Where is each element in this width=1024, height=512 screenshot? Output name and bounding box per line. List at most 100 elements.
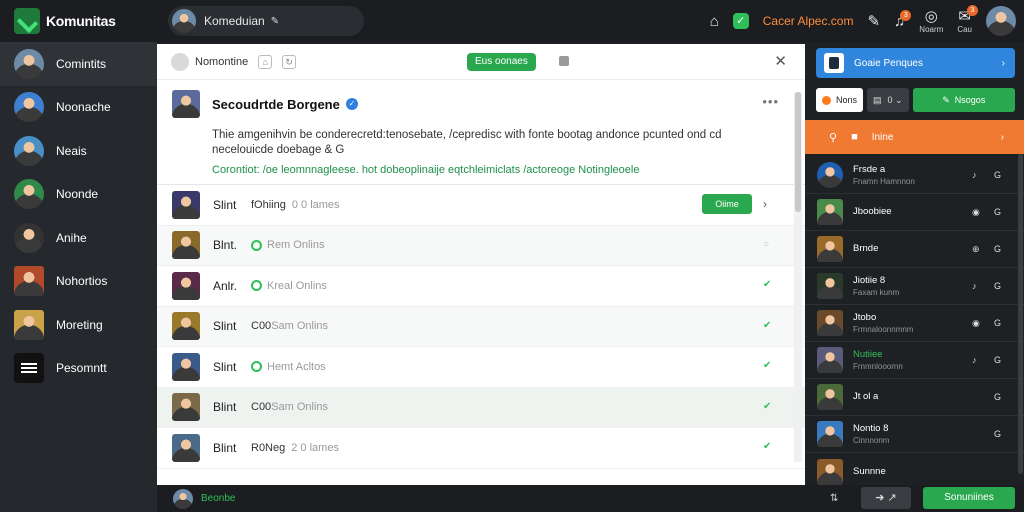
friend-name: Jtobo bbox=[853, 312, 877, 323]
check-icon[interactable]: ✔ bbox=[763, 279, 771, 290]
list-item[interactable]: Nontio 8 Cinnnonm G bbox=[805, 416, 1024, 453]
bottom-user-name[interactable]: Beonbe bbox=[201, 493, 235, 504]
friend-action-icon[interactable]: ♪ bbox=[972, 355, 977, 365]
sort-icon[interactable]: ⇅ bbox=[830, 493, 838, 504]
list-item[interactable]: Jtobo Frmnaloonnmnm ◉ G bbox=[805, 305, 1024, 342]
row-status: C00 Sam Onlins bbox=[251, 320, 328, 332]
table-row[interactable]: Blnt. Rem Onlins ○ bbox=[157, 225, 805, 266]
table-row[interactable]: Slint Hemt Acltos ✔ bbox=[157, 347, 805, 388]
search-input[interactable]: Komeduian bbox=[204, 14, 265, 28]
friend-game-icon[interactable]: G bbox=[994, 429, 1001, 439]
search-bar[interactable]: Komeduian ✎ bbox=[168, 6, 364, 36]
user-avatar[interactable] bbox=[986, 6, 1016, 36]
bottom-avatar[interactable] bbox=[173, 488, 193, 509]
row-status-text: 2 0 lames bbox=[291, 441, 339, 454]
list-item[interactable]: Frsde a Fnamn Hamnnon ♪ G bbox=[805, 157, 1024, 194]
messages-button[interactable]: ✎ Nsogos bbox=[912, 88, 1015, 112]
top-bar: Komunitas Komeduian ✎ ⌂ ✓ Cacer Alpec.co… bbox=[0, 0, 1024, 42]
check-icon[interactable]: ✔ bbox=[763, 320, 771, 331]
share-button[interactable]: ➜ ↗ bbox=[861, 487, 911, 509]
logo[interactable]: Komunitas bbox=[0, 8, 160, 34]
friend-action-icon[interactable]: ♪ bbox=[972, 281, 977, 291]
home-icon[interactable]: ⌂ bbox=[710, 14, 719, 29]
wrench-icon[interactable]: ✎ bbox=[867, 14, 880, 29]
friend-game-icon[interactable]: G bbox=[994, 281, 1001, 291]
bell-icon[interactable]: ♫ 3 bbox=[894, 9, 912, 29]
sidebar-item-label: Moreting bbox=[56, 317, 103, 332]
list-item[interactable]: Sunnne bbox=[805, 453, 1024, 490]
list-item[interactable]: Brnde ⊕ G bbox=[805, 231, 1024, 268]
friend-game-icon[interactable]: G bbox=[994, 170, 1001, 180]
friend-game-icon[interactable]: G bbox=[994, 244, 1001, 254]
friend-status: Frnmnlooornn bbox=[853, 362, 903, 371]
profile-menu[interactable]: ◎ Noarm bbox=[919, 9, 943, 34]
join-pill-button[interactable]: Eus oonaes bbox=[467, 53, 536, 71]
friend-game-icon[interactable]: G bbox=[994, 392, 1001, 402]
row-status-label: R0Neg bbox=[251, 441, 286, 454]
table-row[interactable]: Blint C00 Sam Onlins ✔ bbox=[157, 387, 805, 428]
image-icon[interactable]: ⌂ bbox=[258, 54, 273, 69]
friend-game-icon[interactable]: G bbox=[994, 318, 1001, 328]
row-name: Blnt. bbox=[213, 238, 238, 253]
circle-icon[interactable]: ○ bbox=[763, 239, 769, 250]
chevron-right-icon[interactable]: › bbox=[763, 197, 767, 211]
communities-button[interactable]: Sonuniines bbox=[923, 487, 1015, 509]
sidebar-avatar bbox=[14, 179, 44, 210]
check-icon[interactable]: ✔ bbox=[763, 441, 771, 452]
friends-list: Frsde a Fnamn Hamnnon ♪ G Jboobiee ◉ G Br… bbox=[805, 157, 1024, 490]
edit-icon: ✎ bbox=[942, 94, 950, 105]
list-item[interactable]: Jiotiie 8 Faxam kunm ♪ G bbox=[805, 268, 1024, 305]
sidebar-item-pesomntt[interactable]: Pesomntt bbox=[0, 347, 157, 391]
filter-dropdown-label: 0 ⌄ bbox=[887, 94, 903, 105]
list-item[interactable]: Jt ol a G bbox=[805, 379, 1024, 416]
sidebar-item-neais[interactable]: Neais bbox=[0, 129, 157, 173]
messages-label: Nsogos bbox=[954, 95, 986, 105]
sidebar-avatar bbox=[14, 222, 44, 253]
more-options-icon[interactable]: ••• bbox=[762, 94, 779, 109]
sidebar-item-nohortios[interactable]: Nohortios bbox=[0, 260, 157, 304]
table-row[interactable]: Slint fOhiing 0 0 lames Oiime › bbox=[157, 185, 805, 226]
sidebar-item-moreting[interactable]: Moreting bbox=[0, 303, 157, 347]
sidebar-item-anihe[interactable]: Anihe bbox=[0, 216, 157, 260]
check-icon[interactable]: ✔ bbox=[763, 360, 771, 371]
check-icon[interactable]: ✔ bbox=[763, 401, 771, 412]
community-panel: Nomontine ⌂ ↻ Eus oonaes ✕ Secoudrtde Bo… bbox=[157, 44, 805, 485]
brand-link[interactable]: Cacer Alpec.com bbox=[763, 14, 854, 28]
filter-chip-label: Nons bbox=[836, 95, 858, 105]
lock-icon[interactable] bbox=[559, 56, 569, 66]
sidebar-avatar bbox=[14, 135, 44, 166]
row-avatar bbox=[172, 352, 200, 381]
sidebar-item-comintits[interactable]: Comintits bbox=[0, 42, 157, 86]
row-online-button[interactable]: Oiime bbox=[702, 194, 752, 214]
row-name: Slint bbox=[213, 319, 237, 334]
panel-scrollbar[interactable] bbox=[794, 92, 802, 462]
link-icon[interactable]: ↻ bbox=[282, 54, 297, 69]
filter-chip[interactable]: Nons bbox=[816, 88, 864, 112]
friend-action-icon[interactable]: ◉ bbox=[972, 207, 980, 218]
post-link[interactable]: Corontiot: /oe leomnnagleese. hot dobeop… bbox=[212, 164, 791, 176]
status-dot-icon bbox=[822, 95, 831, 105]
friend-action-icon[interactable]: ♪ bbox=[972, 170, 977, 180]
table-row[interactable]: Blint R0Neg 2 0 lames ✔ bbox=[157, 428, 805, 469]
table-row[interactable]: Anlr. Kreal Onlins ✔ bbox=[157, 266, 805, 307]
list-item[interactable]: Nutiiee Frnmnlooornn ♪ G bbox=[805, 342, 1024, 379]
friends-scrollbar[interactable] bbox=[1018, 154, 1023, 474]
table-row[interactable]: Slint C00 Sam Onlins ✔ bbox=[157, 306, 805, 347]
online-section-header[interactable]: ⚲ ■ Inine › bbox=[805, 120, 1024, 154]
chat-icon[interactable]: ✉ 3 Cau bbox=[957, 4, 978, 34]
list-item[interactable]: Jboobiee ◉ G bbox=[805, 194, 1024, 231]
sidebar-item-noonde[interactable]: Noonde bbox=[0, 173, 157, 217]
post-avatar[interactable] bbox=[172, 90, 200, 118]
sidebar-item-noonache[interactable]: Noonache bbox=[0, 86, 157, 130]
friend-game-icon[interactable]: G bbox=[994, 355, 1001, 365]
friend-action-icon[interactable]: ⊕ bbox=[972, 244, 980, 255]
shield-icon[interactable]: ✓ bbox=[732, 13, 749, 29]
filter-dropdown[interactable]: ▤ 0 ⌄ bbox=[867, 88, 909, 112]
friend-action-icon[interactable]: ◉ bbox=[972, 318, 980, 329]
online-section-label: Inine bbox=[871, 131, 894, 143]
friend-game-icon[interactable]: G bbox=[994, 207, 1001, 217]
game-presence-button[interactable]: Goaie Penques › bbox=[816, 48, 1015, 78]
close-icon[interactable]: ✕ bbox=[774, 52, 787, 70]
edit-icon[interactable]: ✎ bbox=[271, 16, 279, 27]
right-sidebar: Goaie Penques › Nons ▤ 0 ⌄ ✎ Nsogos ⚲ ■ In… bbox=[805, 42, 1024, 485]
